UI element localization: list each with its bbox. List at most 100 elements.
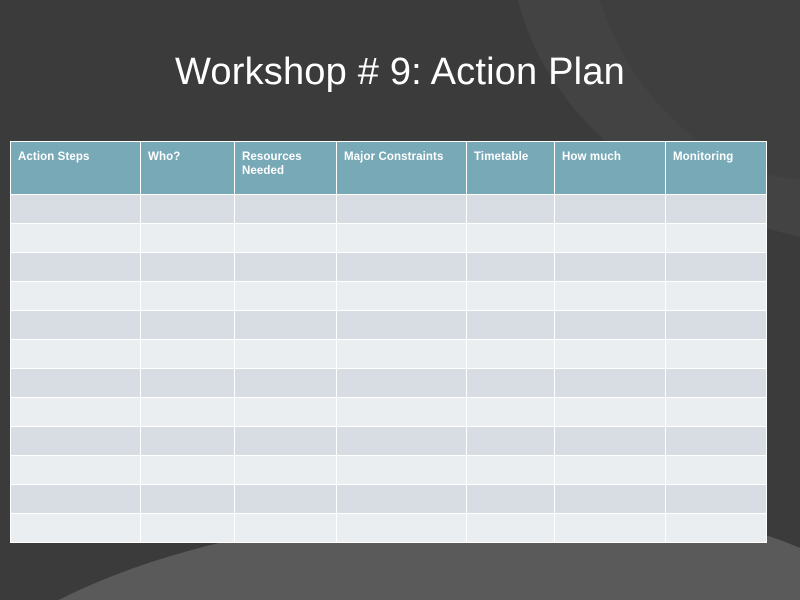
- table-cell[interactable]: [336, 310, 467, 340]
- table-cell[interactable]: [554, 513, 666, 543]
- table-cell[interactable]: [554, 426, 666, 456]
- table-cell[interactable]: [336, 252, 467, 282]
- table-cell[interactable]: [665, 368, 767, 398]
- table-row[interactable]: [10, 310, 767, 340]
- table-cell[interactable]: [10, 397, 141, 427]
- table-cell[interactable]: [10, 223, 141, 253]
- table-cell[interactable]: [140, 194, 235, 224]
- table-cell[interactable]: [336, 455, 467, 485]
- table-cell[interactable]: [10, 426, 141, 456]
- table-cell[interactable]: [10, 368, 141, 398]
- table-cell[interactable]: [554, 310, 666, 340]
- table-cell[interactable]: [234, 310, 337, 340]
- table-cell[interactable]: [665, 484, 767, 514]
- table-cell[interactable]: [466, 281, 555, 311]
- column-header-who: Who?: [140, 141, 235, 195]
- table-row[interactable]: [10, 281, 767, 311]
- table-cell[interactable]: [466, 368, 555, 398]
- table-cell[interactable]: [665, 455, 767, 485]
- table-row[interactable]: [10, 339, 767, 369]
- table-cell[interactable]: [336, 368, 467, 398]
- table-cell[interactable]: [234, 455, 337, 485]
- table-cell[interactable]: [466, 252, 555, 282]
- table-cell[interactable]: [466, 194, 555, 224]
- table-cell[interactable]: [554, 223, 666, 253]
- table-cell[interactable]: [234, 252, 337, 282]
- table-cell[interactable]: [554, 194, 666, 224]
- table-cell[interactable]: [10, 513, 141, 543]
- table-cell[interactable]: [554, 252, 666, 282]
- table-cell[interactable]: [140, 426, 235, 456]
- action-plan-table: Action Steps Who? Resources Needed Major…: [10, 141, 767, 543]
- table-cell[interactable]: [336, 339, 467, 369]
- table-cell[interactable]: [665, 426, 767, 456]
- table-cell[interactable]: [140, 223, 235, 253]
- table-cell[interactable]: [10, 252, 141, 282]
- table-cell[interactable]: [10, 484, 141, 514]
- table-cell[interactable]: [665, 397, 767, 427]
- table-cell[interactable]: [140, 310, 235, 340]
- table-cell[interactable]: [234, 223, 337, 253]
- table-cell[interactable]: [466, 310, 555, 340]
- table-row[interactable]: [10, 397, 767, 427]
- table-cell[interactable]: [466, 484, 555, 514]
- table-cell[interactable]: [336, 484, 467, 514]
- table-cell[interactable]: [140, 397, 235, 427]
- table-cell[interactable]: [10, 455, 141, 485]
- table-cell[interactable]: [665, 223, 767, 253]
- table-cell[interactable]: [140, 252, 235, 282]
- table-row[interactable]: [10, 194, 767, 224]
- table-row[interactable]: [10, 223, 767, 253]
- table-cell[interactable]: [466, 397, 555, 427]
- table-cell[interactable]: [336, 426, 467, 456]
- table-row[interactable]: [10, 252, 767, 282]
- table-row[interactable]: [10, 426, 767, 456]
- table-cell[interactable]: [466, 426, 555, 456]
- table-cell[interactable]: [234, 194, 337, 224]
- table-cell[interactable]: [554, 281, 666, 311]
- table-row[interactable]: [10, 368, 767, 398]
- table-cell[interactable]: [466, 513, 555, 543]
- table-row[interactable]: [10, 513, 767, 543]
- table-cell[interactable]: [665, 252, 767, 282]
- table-cell[interactable]: [10, 194, 141, 224]
- table-cell[interactable]: [140, 339, 235, 369]
- table-cell[interactable]: [665, 310, 767, 340]
- table-header-row: Action Steps Who? Resources Needed Major…: [10, 141, 767, 195]
- table-cell[interactable]: [554, 368, 666, 398]
- table-cell[interactable]: [336, 223, 467, 253]
- table-cell[interactable]: [665, 339, 767, 369]
- table-cell[interactable]: [140, 368, 235, 398]
- table-cell[interactable]: [554, 484, 666, 514]
- slide-title: Workshop # 9: Action Plan: [175, 51, 625, 93]
- table-cell[interactable]: [336, 397, 467, 427]
- table-cell[interactable]: [336, 513, 467, 543]
- table-cell[interactable]: [466, 339, 555, 369]
- table-cell[interactable]: [140, 281, 235, 311]
- table-cell[interactable]: [10, 339, 141, 369]
- table-cell[interactable]: [234, 484, 337, 514]
- table-cell[interactable]: [140, 513, 235, 543]
- table-cell[interactable]: [10, 281, 141, 311]
- table-cell[interactable]: [140, 455, 235, 485]
- table-cell[interactable]: [234, 281, 337, 311]
- table-cell[interactable]: [554, 455, 666, 485]
- table-cell[interactable]: [336, 194, 467, 224]
- table-cell[interactable]: [665, 194, 767, 224]
- table-cell[interactable]: [234, 339, 337, 369]
- table-cell[interactable]: [234, 426, 337, 456]
- table-cell[interactable]: [554, 339, 666, 369]
- table-cell[interactable]: [234, 513, 337, 543]
- table-cell[interactable]: [554, 397, 666, 427]
- table-cell[interactable]: [665, 513, 767, 543]
- table-cell[interactable]: [466, 455, 555, 485]
- table-cell[interactable]: [665, 281, 767, 311]
- table-row[interactable]: [10, 484, 767, 514]
- table-cell[interactable]: [234, 397, 337, 427]
- table-cell[interactable]: [234, 368, 337, 398]
- table-cell[interactable]: [336, 281, 467, 311]
- table-cell[interactable]: [466, 223, 555, 253]
- table-cell[interactable]: [140, 484, 235, 514]
- table-cell[interactable]: [10, 310, 141, 340]
- table-row[interactable]: [10, 455, 767, 485]
